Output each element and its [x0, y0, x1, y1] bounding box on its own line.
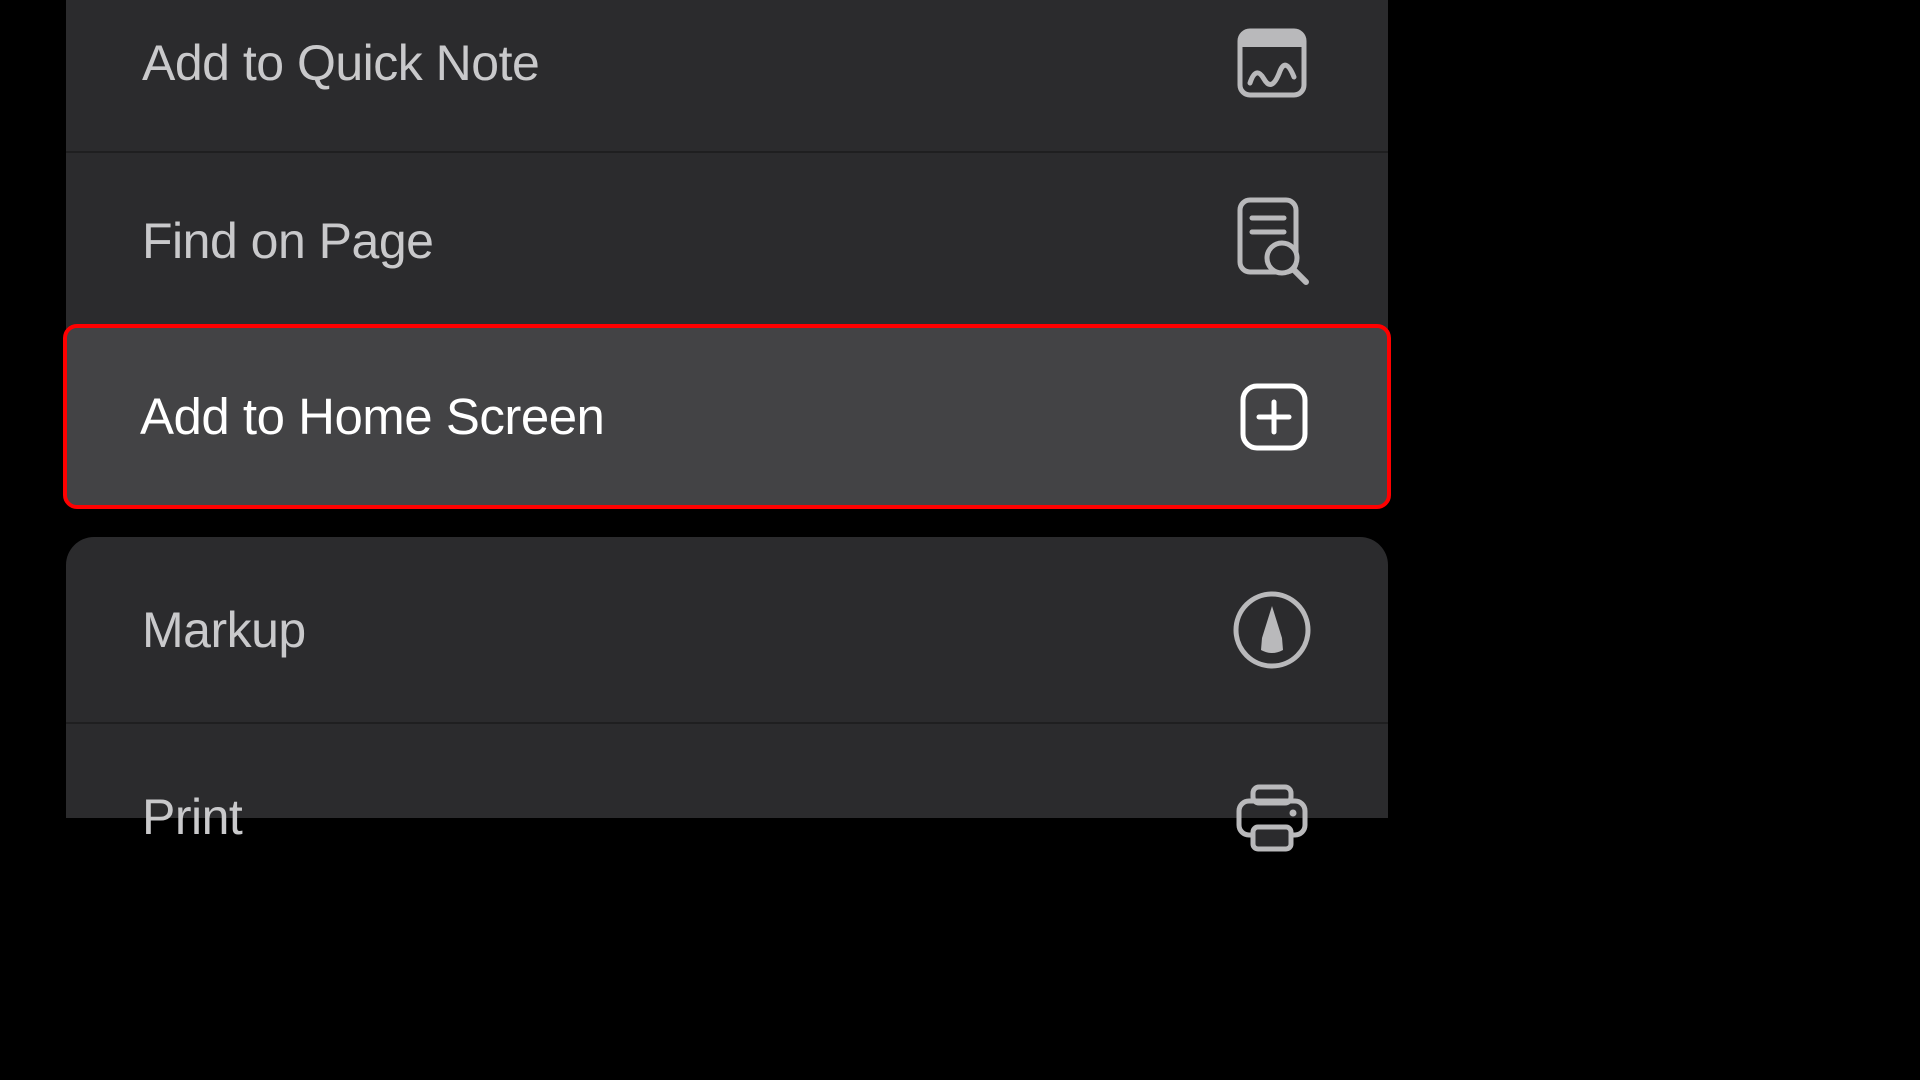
menu-item-print[interactable]: Print	[66, 724, 1388, 818]
find-on-page-icon	[1232, 201, 1312, 281]
menu-label: Markup	[142, 601, 306, 659]
add-square-icon	[1234, 377, 1314, 457]
menu-label: Add to Quick Note	[142, 34, 539, 92]
printer-icon	[1232, 778, 1312, 858]
markup-icon	[1232, 590, 1312, 670]
menu-label: Print	[142, 788, 242, 846]
menu-item-add-to-quick-note[interactable]: Add to Quick Note	[66, 0, 1388, 151]
share-sheet-menu: Add to Quick Note Find on Page	[66, 0, 1388, 816]
menu-label: Find on Page	[142, 212, 433, 270]
menu-item-add-to-home-screen[interactable]: Add to Home Screen	[63, 324, 1391, 509]
quick-note-icon	[1232, 23, 1312, 103]
menu-label: Add to Home Screen	[140, 387, 604, 446]
menu-item-markup[interactable]: Markup	[66, 537, 1388, 722]
menu-item-find-on-page[interactable]: Find on Page	[66, 153, 1388, 329]
menu-group-bottom: Markup Print	[66, 537, 1388, 818]
